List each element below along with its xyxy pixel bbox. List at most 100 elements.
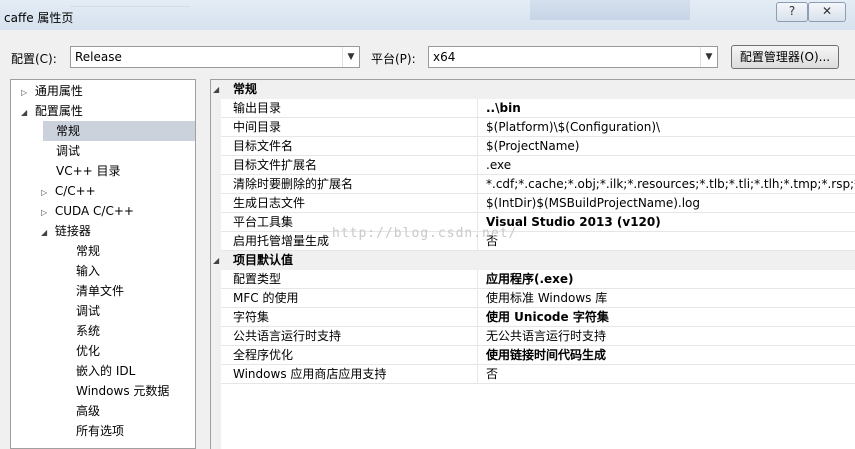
tree-item-linker-optimization[interactable]: 优化 (76, 341, 100, 361)
tree-item-label: 常规 (76, 244, 101, 258)
collapse-icon[interactable]: ◢ (41, 223, 51, 243)
tree-item-label: 通用属性 (34, 84, 83, 98)
property-value[interactable]: $(Platform)\$(Configuration)\ (477, 118, 855, 137)
background-window-edge (530, 0, 690, 20)
property-row-managed-incremental[interactable]: 启用托管增量生成否 (221, 232, 855, 251)
tree-item-label: 嵌入的 IDL (76, 364, 136, 378)
property-name: Windows 应用商店应用支持 (233, 367, 387, 381)
tree-item-label: Windows 元数据 (76, 384, 170, 398)
collapse-icon[interactable]: ◢ (213, 251, 219, 270)
watermark: http://blog.csdn.net/ (332, 226, 518, 241)
property-row-store-app-support[interactable]: Windows 应用商店应用支持 否 (221, 365, 855, 384)
property-grid[interactable]: ◢ 常规 输出目录 ..\bin 中间目录 $(Platform)\$(Config… (210, 79, 855, 449)
section-project-defaults[interactable]: ◢ 项目默认值 (211, 251, 855, 270)
config-dropdown[interactable]: Release ▼ (70, 46, 360, 68)
property-name: 目标文件名 (233, 139, 294, 153)
tree-item-cuda-c-cpp[interactable]: ▷ CUDA C/C++ (41, 201, 134, 221)
tree-item-label: 常规 (56, 124, 81, 138)
tree-item-vc-directories[interactable]: VC++ 目录 (56, 161, 121, 181)
tree-item-label: 调试 (56, 144, 81, 158)
section-title: 项目默认值 (233, 253, 294, 267)
tree-item-label: 调试 (76, 304, 101, 318)
window-title: caffe 属性页 (4, 11, 74, 25)
property-name: 公共语言运行时支持 (233, 329, 342, 343)
tree-item-c-cpp[interactable]: ▷ C/C++ (41, 181, 96, 201)
tree-item-general[interactable]: 常规 (43, 121, 195, 141)
property-value[interactable]: 否 (477, 232, 855, 251)
property-name: 输出目录 (233, 101, 282, 115)
property-value[interactable]: 应用程序(.exe) (477, 270, 855, 289)
property-row-build-log[interactable]: 生成日志文件 $(IntDir)$(MSBuildProjectName).log (221, 194, 855, 213)
property-value[interactable]: $(ProjectName) (477, 137, 855, 156)
property-name: MFC 的使用 (233, 291, 299, 305)
section-title: 常规 (233, 82, 258, 96)
tree-item-linker-general[interactable]: 常规 (76, 241, 100, 261)
tree-item-label: 优化 (76, 344, 101, 358)
platform-value: x64 (433, 50, 456, 64)
collapse-icon[interactable]: ◢ (21, 103, 31, 123)
property-row-charset[interactable]: 字符集 使用 Unicode 字符集 (221, 308, 855, 327)
tree-item-linker-windows-metadata[interactable]: Windows 元数据 (76, 381, 169, 401)
close-button[interactable]: ✕ (808, 2, 846, 22)
tree-item-label: 高级 (76, 404, 101, 418)
property-value[interactable]: 无公共语言运行时支持 (477, 327, 855, 346)
expand-icon[interactable]: ▷ (41, 203, 51, 223)
property-row-clean-extensions[interactable]: 清除时要删除的扩展名 *.cdf;*.cache;*.obj;*.ilk;*.re… (221, 175, 855, 194)
property-name: 生成日志文件 (233, 196, 306, 210)
property-value[interactable]: $(IntDir)$(MSBuildProjectName).log (477, 194, 855, 213)
tree-item-linker-advanced[interactable]: 高级 (76, 401, 100, 421)
property-row-target-ext[interactable]: 目标文件扩展名 .exe (221, 156, 855, 175)
property-name: 目标文件扩展名 (233, 158, 318, 172)
property-value[interactable]: 否 (477, 365, 855, 384)
config-manager-button[interactable]: 配置管理器(O)... (731, 45, 839, 69)
expand-icon[interactable]: ▷ (41, 183, 51, 203)
property-row-target-name[interactable]: 目标文件名 $(ProjectName) (221, 137, 855, 156)
tree-item-label: 系统 (76, 324, 101, 338)
property-row-clr-support[interactable]: 公共语言运行时支持 无公共语言运行时支持 (221, 327, 855, 346)
property-row-intermediate-dir[interactable]: 中间目录 $(Platform)\$(Configuration)\ (221, 118, 855, 137)
help-button[interactable]: ? (776, 2, 808, 22)
property-row-config-type[interactable]: 配置类型 应用程序(.exe) (221, 270, 855, 289)
tree-item-label: 输入 (76, 264, 101, 278)
property-name: 中间目录 (233, 120, 282, 134)
tree-item-linker-input[interactable]: 输入 (76, 261, 100, 281)
property-value[interactable]: ..\bin (477, 99, 855, 118)
tree-item-label: CUDA C/C++ (54, 204, 134, 218)
tree-item-config-properties[interactable]: ◢ 配置属性 (21, 101, 83, 121)
config-label: 配置(C): (11, 52, 57, 66)
config-value: Release (75, 50, 122, 64)
tree-item-linker-system[interactable]: 系统 (76, 321, 100, 341)
tree-item-label: VC++ 目录 (56, 164, 121, 178)
property-name: 字符集 (233, 310, 270, 324)
property-row-platform-toolset[interactable]: 平台工具集 Visual Studio 2013 (v120) (221, 213, 855, 232)
tree-item-linker-debugging[interactable]: 调试 (76, 301, 100, 321)
property-row-mfc-use[interactable]: MFC 的使用 使用标准 Windows 库 (221, 289, 855, 308)
tree-item-linker-manifest[interactable]: 清单文件 (76, 281, 124, 301)
platform-dropdown[interactable]: x64 ▼ (428, 46, 718, 68)
expand-icon[interactable]: ▷ (21, 83, 31, 103)
title-bar: caffe 属性页 ? ✕ (0, 0, 855, 30)
tree-item-linker-embedded-idl[interactable]: 嵌入的 IDL (76, 361, 135, 381)
tree-item-label: 清单文件 (76, 284, 125, 298)
property-name: 全程序优化 (233, 348, 294, 362)
chevron-down-icon: ▼ (700, 47, 717, 67)
property-value[interactable]: Visual Studio 2013 (v120) (477, 213, 855, 232)
property-value[interactable]: .exe (477, 156, 855, 175)
platform-label: 平台(P): (371, 52, 416, 66)
property-tree[interactable]: ▷ 通用属性 ◢ 配置属性 常规 调试 VC++ 目录 ▷ C/C++ ▷ CU… (10, 79, 196, 449)
property-value[interactable]: 使用 Unicode 字符集 (477, 308, 855, 327)
property-name: 清除时要删除的扩展名 (233, 177, 354, 191)
tree-item-debugging[interactable]: 调试 (56, 141, 80, 161)
tree-item-linker-all-options[interactable]: 所有选项 (76, 421, 124, 441)
collapse-icon[interactable]: ◢ (213, 80, 219, 99)
tree-item-label: C/C++ (54, 184, 96, 198)
property-row-output-dir[interactable]: 输出目录 ..\bin (221, 99, 855, 118)
tree-item-linker[interactable]: ◢ 链接器 (41, 221, 91, 241)
tree-item-common-properties[interactable]: ▷ 通用属性 (21, 81, 83, 101)
property-value[interactable]: 使用链接时间代码生成 (477, 346, 855, 365)
property-row-whole-program-opt[interactable]: 全程序优化 使用链接时间代码生成 (221, 346, 855, 365)
property-value[interactable]: *.cdf;*.cache;*.obj;*.ilk;*.resources;*.… (477, 175, 855, 194)
section-general[interactable]: ◢ 常规 (211, 80, 855, 99)
property-name: 配置类型 (233, 272, 282, 286)
property-value[interactable]: 使用标准 Windows 库 (477, 289, 855, 308)
